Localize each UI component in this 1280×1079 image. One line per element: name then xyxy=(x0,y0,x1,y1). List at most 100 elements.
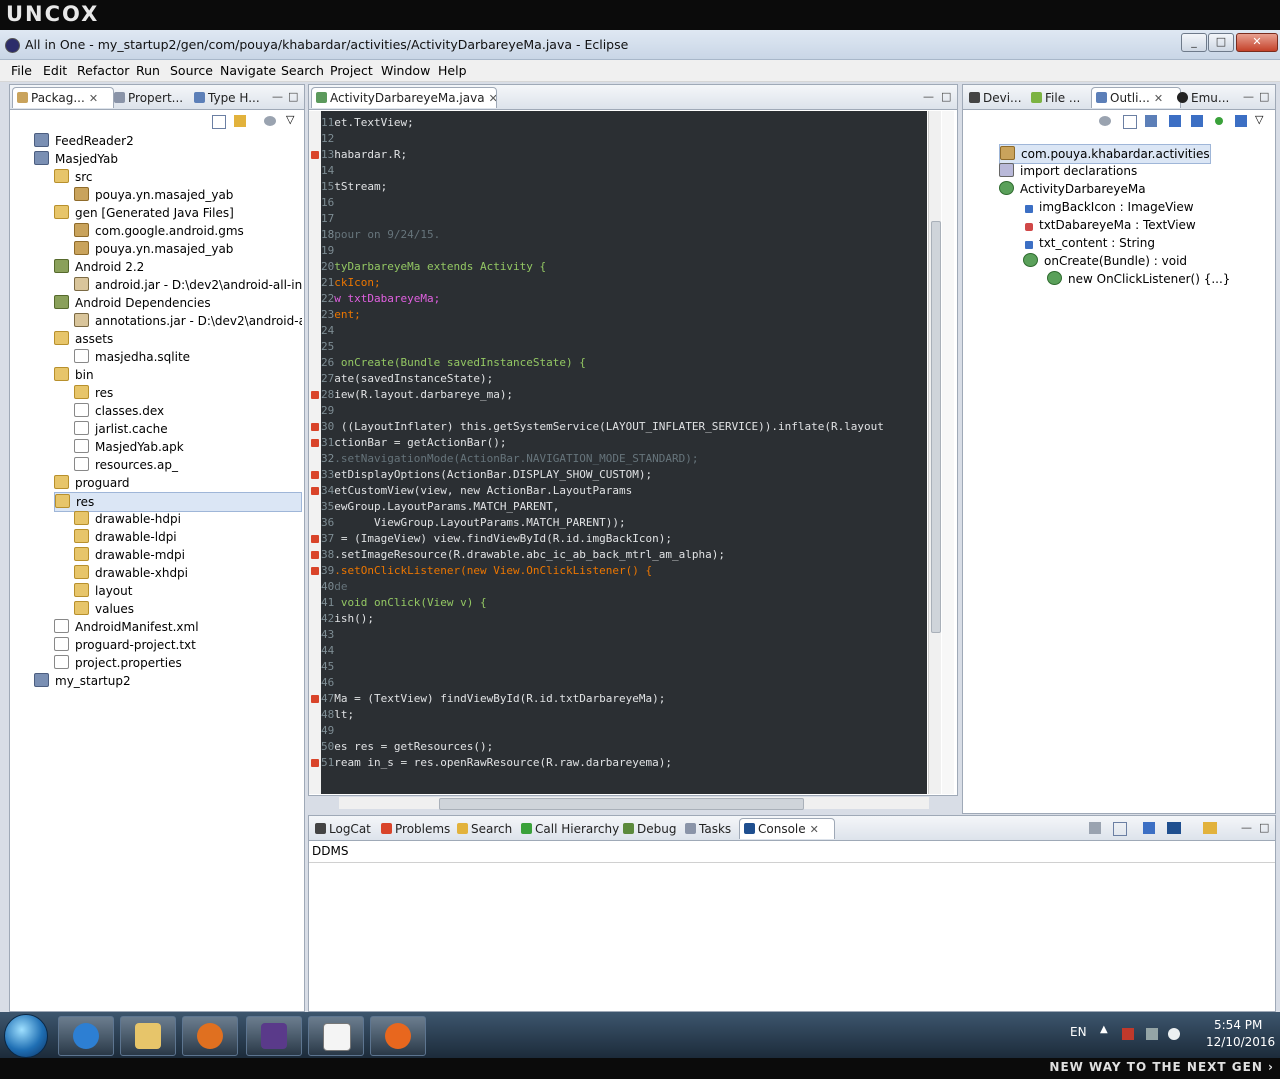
error-marker-icon[interactable] xyxy=(311,439,319,447)
tree-item[interactable]: MasjedYab.apk xyxy=(74,438,302,456)
maximize-button[interactable]: □ xyxy=(1208,33,1234,52)
error-marker-icon[interactable] xyxy=(311,567,319,575)
outline-item[interactable]: imgBackIcon : ImageView xyxy=(1023,198,1194,216)
tree-item[interactable]: Android 2.2 xyxy=(54,258,302,276)
menu-search[interactable]: Search xyxy=(281,63,324,78)
tab-type-hierarchy[interactable]: Type H... xyxy=(190,88,272,108)
menu-edit[interactable]: Edit xyxy=(43,63,67,78)
tree-item[interactable]: gen [Generated Java Files] xyxy=(54,204,302,222)
scroll-thumb[interactable] xyxy=(931,221,941,633)
tree-item[interactable]: drawable-hdpi xyxy=(74,510,302,528)
outline-item[interactable]: txt_content : String xyxy=(1023,234,1155,252)
language-indicator[interactable]: EN xyxy=(1070,1025,1087,1039)
tree-item[interactable]: layout xyxy=(74,582,302,600)
horizontal-scrollbar[interactable] xyxy=(339,797,929,810)
close-icon[interactable]: ✕ xyxy=(810,823,819,836)
menu-source[interactable]: Source xyxy=(170,63,213,78)
tree-item[interactable]: classes.dex xyxy=(74,402,302,420)
tree-item[interactable]: resources.ap_ xyxy=(74,456,302,474)
menu-refactor[interactable]: Refactor xyxy=(77,63,129,78)
tree-item[interactable]: android.jar - D:\dev2\android-all-in-one xyxy=(74,276,302,294)
tab-problems[interactable]: Problems xyxy=(377,819,459,839)
tab-file-explorer[interactable]: File ... xyxy=(1027,88,1097,108)
tab-emulator[interactable]: Emu... xyxy=(1173,88,1245,108)
chevron-down-icon[interactable]: ▽ xyxy=(1255,113,1263,126)
code-editor[interactable]: 11et.TextView; 12 13habardar.R; 14 15tStream… xyxy=(321,111,927,794)
menu-navigate[interactable]: Navigate xyxy=(220,63,276,78)
tab-editor-file[interactable]: ActivityDarbareyeMa.java ✕ xyxy=(311,87,497,108)
menu-window[interactable]: Window xyxy=(381,63,430,78)
close-icon[interactable]: ✕ xyxy=(489,92,496,105)
tree-item[interactable]: masjedha.sqlite xyxy=(74,348,302,366)
tree-item[interactable]: res xyxy=(74,384,302,402)
tab-console[interactable]: Console ✕ xyxy=(739,818,835,839)
sync-icon[interactable] xyxy=(1099,116,1111,126)
close-icon[interactable]: ✕ xyxy=(89,92,98,105)
tab-debug[interactable]: Debug xyxy=(619,819,687,839)
tree-item[interactable]: project.properties xyxy=(54,654,302,672)
error-marker-icon[interactable] xyxy=(311,695,319,703)
view-menu-icon[interactable] xyxy=(264,116,276,126)
menu-help[interactable]: Help xyxy=(438,63,467,78)
error-marker-icon[interactable] xyxy=(311,535,319,543)
outline-item[interactable]: onCreate(Bundle) : void xyxy=(1023,252,1187,270)
error-marker-icon[interactable] xyxy=(311,487,319,495)
maximize-view-icon[interactable]: □ xyxy=(1259,821,1269,834)
pin-console-icon[interactable] xyxy=(1143,822,1155,834)
menu-file[interactable]: File xyxy=(11,63,32,78)
tree-item[interactable]: assets xyxy=(54,330,302,348)
maximize-view-icon[interactable]: □ xyxy=(1259,90,1269,103)
tree-item[interactable]: FeedReader2 xyxy=(34,132,302,150)
minimize-view-icon[interactable]: — xyxy=(1241,821,1252,834)
open-console-icon[interactable] xyxy=(1203,822,1217,834)
scroll-thumb[interactable] xyxy=(439,798,804,810)
minimize-view-icon[interactable]: — xyxy=(923,90,934,103)
close-icon[interactable]: ✕ xyxy=(1154,92,1163,105)
tree-item[interactable]: bin xyxy=(54,366,302,384)
error-marker-icon[interactable] xyxy=(311,759,319,767)
minimize-button[interactable]: _ xyxy=(1181,33,1207,52)
error-marker-icon[interactable] xyxy=(311,151,319,159)
tree-item[interactable]: drawable-mdpi xyxy=(74,546,302,564)
taskbar-eclipse[interactable] xyxy=(246,1016,302,1056)
tree-item[interactable]: Android Dependencies xyxy=(54,294,302,312)
hide-local-types-icon[interactable] xyxy=(1235,115,1247,127)
close-button[interactable]: ✕ xyxy=(1236,33,1278,52)
link-editor-icon[interactable] xyxy=(234,115,246,127)
tab-tasks[interactable]: Tasks xyxy=(681,819,745,839)
collapse-all-icon[interactable] xyxy=(1123,115,1137,129)
outline-item[interactable]: import declarations xyxy=(999,162,1137,180)
taskbar-firefox[interactable] xyxy=(370,1016,426,1056)
hide-nonpublic-icon[interactable] xyxy=(1215,117,1223,125)
clear-console-icon[interactable] xyxy=(1089,822,1101,834)
tab-outline[interactable]: Outli... ✕ xyxy=(1091,87,1181,108)
taskbar-explorer[interactable] xyxy=(120,1016,176,1056)
chevron-down-icon[interactable]: ▽ xyxy=(286,113,294,126)
power-icon[interactable] xyxy=(1146,1028,1158,1040)
hide-static-icon[interactable] xyxy=(1191,115,1203,127)
volume-icon[interactable] xyxy=(1168,1028,1180,1040)
display-console-icon[interactable] xyxy=(1167,822,1181,834)
tree-item[interactable]: proguard-project.txt xyxy=(54,636,302,654)
error-marker-icon[interactable] xyxy=(311,471,319,479)
tree-item[interactable]: MasjedYab xyxy=(34,150,302,168)
tab-call-hierarchy[interactable]: Call Hierarchy xyxy=(517,819,625,839)
minimize-view-icon[interactable]: — xyxy=(1243,90,1254,103)
error-marker-icon[interactable] xyxy=(311,423,319,431)
collapse-all-icon[interactable] xyxy=(212,115,226,129)
console-output[interactable] xyxy=(309,862,1275,1011)
tree-item[interactable]: src xyxy=(54,168,302,186)
tab-properties[interactable]: Propert... xyxy=(110,88,194,108)
tab-devices[interactable]: Devi... xyxy=(965,88,1033,108)
tree-item[interactable]: pouya.yn.masajed_yab xyxy=(74,186,302,204)
tree-item[interactable]: AndroidManifest.xml xyxy=(54,618,302,636)
tree-item[interactable]: annotations.jar - D:\dev2\android-all-in xyxy=(74,312,302,330)
outline-item[interactable]: txtDabareyeMa : TextView xyxy=(1023,216,1196,234)
tree-item[interactable]: values xyxy=(74,600,302,618)
hide-fields-icon[interactable] xyxy=(1169,115,1181,127)
tab-package-explorer[interactable]: Packag... ✕ xyxy=(12,87,114,108)
tab-logcat[interactable]: LogCat xyxy=(311,819,381,839)
sort-icon[interactable] xyxy=(1145,115,1157,127)
clock-time[interactable]: 5:54 PM xyxy=(1214,1018,1262,1032)
tree-item[interactable]: pouya.yn.masajed_yab xyxy=(74,240,302,258)
